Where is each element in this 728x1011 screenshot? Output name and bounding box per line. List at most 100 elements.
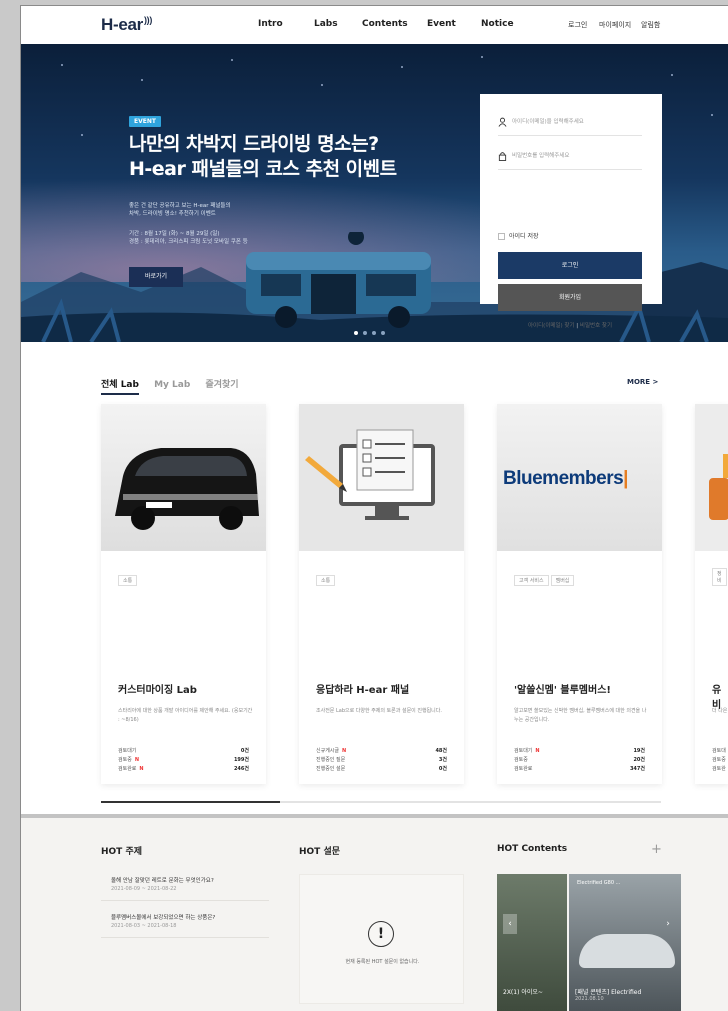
hot-content-item[interactable]: Electrified G80 ... › [패널 콘텐츠] Electrifi… xyxy=(569,874,681,1011)
nav-contents[interactable]: Contents xyxy=(362,19,408,29)
next-arrow-icon[interactable]: › xyxy=(661,914,675,934)
stat-value: 20건 xyxy=(633,757,645,763)
new-badge: N xyxy=(134,757,139,763)
stat-row: 검토대기 0건 xyxy=(118,747,249,756)
logo-text: Bluemembers xyxy=(503,468,624,489)
stat-row: 검토완 xyxy=(712,765,728,774)
lab-card[interactable]: 소통 커스터마이징 Lab 스타리아에 대한 상품 개발 아이디어를 제안해 주… xyxy=(101,404,266,784)
stat-value: 347건 xyxy=(629,766,645,772)
tab-all-lab[interactable]: 전체 Lab xyxy=(101,380,139,395)
remember-label: 아이디 저장 xyxy=(509,233,539,240)
bluemembers-logo: Bluemembers| xyxy=(503,468,628,489)
tag-list: 정비 xyxy=(712,567,728,586)
tag-list: 소통 xyxy=(316,567,337,586)
carousel-dot[interactable] xyxy=(354,331,358,335)
id-placeholder: 아이디(이메일)을 입력해주세요 xyxy=(512,119,584,125)
lab-card-stats: 검토대기 N 19건 검토중 20건 검토완료 347건 xyxy=(514,747,645,774)
stat-row: 검토중 N 199건 xyxy=(118,756,249,765)
login-link[interactable]: 로그인 xyxy=(568,20,587,30)
stat-label: 검토완 xyxy=(712,766,726,772)
stat-row: 검토중 20건 xyxy=(514,756,645,765)
hot-section: HOT 주제 올해 안남 잘맞던 레트로 문화는 무엇인가요? 2021-08-… xyxy=(21,814,728,1011)
lab-card[interactable]: 정비 유비 더 나은 ... 들의 ... 검토대 검토중 검토완 xyxy=(695,404,728,784)
tag-list: 고객 서비스 멤버십 xyxy=(514,567,576,586)
stat-label: 검토완료 xyxy=(118,766,137,772)
tool-image xyxy=(709,454,728,520)
tab-my-lab[interactable]: My Lab xyxy=(154,380,190,390)
login-panel: 아이디(이메일)을 입력해주세요 비밀번호를 입력해주세요 아이디 저장 로그인… xyxy=(480,94,662,329)
stat-label: 검토대기 xyxy=(514,748,533,754)
lab-card-description: 더 나은 ... 들의 ... xyxy=(712,708,728,714)
remember-id-checkbox[interactable]: 아이디 저장 xyxy=(498,231,539,240)
hero-desc-line2: 차박, 드라이빙 명소! 추천하기 이벤트 xyxy=(129,211,216,217)
progress-thumb[interactable] xyxy=(101,801,281,803)
lab-tabs: 전체 Lab My Lab 즐겨찾기 xyxy=(101,377,251,395)
carousel-progress[interactable] xyxy=(101,801,661,803)
prev-arrow-icon[interactable]: ‹ xyxy=(503,914,517,934)
find-password-link[interactable]: 비밀번호 찾기 xyxy=(580,323,612,329)
nav-intro[interactable]: Intro xyxy=(258,19,283,29)
find-id-link[interactable]: 아이디(이메일) 찾기 xyxy=(528,323,575,329)
stat-row: 신규게시글 N 48건 xyxy=(316,747,447,756)
stat-value: 0건 xyxy=(240,748,249,754)
logo-text: H-ear xyxy=(101,15,143,34)
stat-value: 0건 xyxy=(438,766,447,772)
hero-desc-line1: 좋은 건 같단 공유하고 보는 H-ear 패널들의 xyxy=(129,203,231,209)
hot-survey-title: HOT 설문 xyxy=(299,847,341,857)
notifications-link[interactable]: 알림함 xyxy=(641,20,660,30)
id-input[interactable]: 아이디(이메일)을 입력해주세요 xyxy=(498,108,642,136)
hot-topic-item[interactable]: 블루멤버스몰에서 보강되었으면 하는 상품은? 2021-08-03 ~ 202… xyxy=(101,905,269,938)
tag-list: 소통 xyxy=(118,567,139,586)
login-button[interactable]: 로그인 xyxy=(498,252,642,279)
tag: 멤버십 xyxy=(550,575,575,586)
checkbox-box[interactable] xyxy=(498,233,505,240)
password-input[interactable]: 비밀번호를 입력해주세요 xyxy=(498,142,642,170)
carousel-dot[interactable] xyxy=(381,331,385,335)
site-header: H-ear))) Intro Labs Contents Event Notic… xyxy=(21,6,728,44)
join-button[interactable]: 회원가입 xyxy=(498,284,642,311)
mypage-link[interactable]: 마이페이지 xyxy=(599,20,631,30)
nav-labs[interactable]: Labs xyxy=(314,19,338,29)
hero-banner: EVENT 나만의 차박지 드라이빙 명소는? H-ear 패널들의 코스 추천… xyxy=(21,44,728,342)
hero-title-line1: 나만의 차박지 드라이빙 명소는? xyxy=(129,133,379,155)
car-image xyxy=(115,448,259,530)
sound-wave-icon: ))) xyxy=(143,15,153,26)
hero-title-line2: H-ear 패널들의 코스 추천 이벤트 xyxy=(129,158,397,180)
content-date: 2021.08.10 xyxy=(575,996,604,1002)
lab-card[interactable]: 소통 응답하라 H-ear 패널 조사전문 Lab으로 다양한 주제의 토론과 … xyxy=(299,404,464,784)
hot-contents-title: HOT Contents xyxy=(497,844,568,854)
more-link[interactable]: MORE > xyxy=(627,378,658,386)
new-badge: N xyxy=(139,766,144,772)
hot-topic-date: 2021-08-09 ~ 2021-08-22 xyxy=(111,886,177,892)
stat-row: 검토대기 N 19건 xyxy=(514,747,645,756)
nav-event[interactable]: Event xyxy=(427,19,456,29)
hero-period: 기간 : 8월 17일 (화) ~ 8월 29일 (일) xyxy=(129,231,220,237)
hot-topic-item[interactable]: 올해 안남 잘맞던 레트로 문화는 무엇인가요? 2021-08-09 ~ 20… xyxy=(101,868,269,901)
stat-value: 246건 xyxy=(233,766,249,772)
divider: | xyxy=(576,323,579,329)
stat-value: 199건 xyxy=(233,757,249,763)
content-caption: [패널 콘텐츠] Electrified xyxy=(575,989,642,996)
tag: 소통 xyxy=(316,575,336,586)
carousel-dot[interactable] xyxy=(372,331,376,335)
stat-label: 진행중인 질문 xyxy=(316,757,346,763)
plus-icon[interactable]: + xyxy=(651,842,662,857)
hot-survey-empty: ! 현재 등록된 HOT 설문이 없습니다. xyxy=(299,874,464,1004)
stat-row: 검토완료 N 246건 xyxy=(118,765,249,774)
nav-notice[interactable]: Notice xyxy=(481,19,514,29)
content-caption: 2X(1) 아이오~ xyxy=(503,989,543,996)
tag: 고객 서비스 xyxy=(514,575,549,586)
password-placeholder: 비밀번호를 입력해주세요 xyxy=(512,153,570,159)
site-logo[interactable]: H-ear))) xyxy=(101,15,152,35)
stat-value: 19건 xyxy=(633,748,645,754)
stat-label: 검토대 xyxy=(712,748,726,754)
hero-description: 좋은 건 같단 공유하고 보는 H-ear 패널들의 차박, 드라이빙 명소! … xyxy=(129,202,231,218)
stat-row: 검토중 xyxy=(712,756,728,765)
hero-cta-button[interactable]: 바로가기 xyxy=(129,267,183,287)
tag: 소통 xyxy=(118,575,138,586)
new-badge: N xyxy=(342,748,347,754)
hot-content-item[interactable]: ‹ 2X(1) 아이오~ xyxy=(497,874,567,1011)
lab-card[interactable]: Bluemembers| 고객 서비스 멤버십 '알쓸신멤' 블루멤버스! 알고보… xyxy=(497,404,662,784)
carousel-dot[interactable] xyxy=(363,331,367,335)
tab-favorites[interactable]: 즐겨찾기 xyxy=(205,380,238,390)
